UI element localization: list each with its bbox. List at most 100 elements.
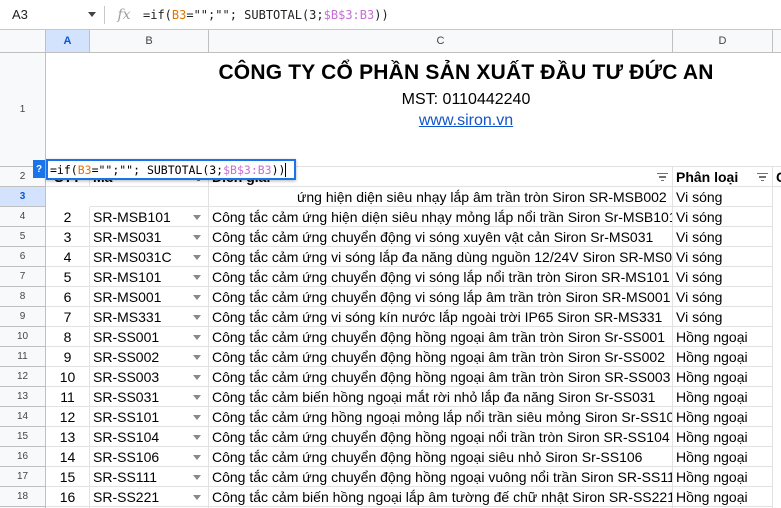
cell-stt[interactable]: 16 <box>46 487 90 507</box>
cell-dien-giai[interactable]: Công tắc cảm ứng chuyển động hồng ngoại … <box>209 327 673 347</box>
row-header-14[interactable]: 14 <box>0 407 46 427</box>
dropdown-arrow-icon[interactable] <box>193 394 201 400</box>
cell-phan-loai[interactable]: Vi sóng <box>673 287 773 307</box>
filter-icon[interactable] <box>657 172 668 181</box>
cell-phan-loai[interactable]: Vi sóng <box>673 227 773 247</box>
cell-dien-giai[interactable]: Công tắc cảm ứng vi sóng kín nước lắp ng… <box>209 307 673 327</box>
dropdown-arrow-icon[interactable] <box>193 454 201 460</box>
cell-phan-loai[interactable]: Hồng ngoại <box>673 367 773 387</box>
spreadsheet-grid[interactable]: A B C D 1 2 3 45678910111213141516171819… <box>0 30 781 508</box>
dropdown-arrow-icon[interactable] <box>193 334 201 340</box>
name-box[interactable]: A3 <box>0 0 104 30</box>
cell-phan-loai[interactable]: Hồng ngoại <box>673 327 773 347</box>
row-header-18[interactable]: 18 <box>0 487 46 507</box>
dropdown-arrow-icon[interactable] <box>193 414 201 420</box>
select-all-corner[interactable] <box>0 30 46 53</box>
row-header-12[interactable]: 12 <box>0 367 46 387</box>
cell-stt[interactable]: 11 <box>46 387 90 407</box>
dropdown-arrow-icon[interactable] <box>193 374 201 380</box>
cell-ma[interactable]: SR-SS003 <box>90 367 209 387</box>
cell-ma[interactable]: SR-SS104 <box>90 427 209 447</box>
cell-stt[interactable]: 6 <box>46 287 90 307</box>
dropdown-arrow-icon[interactable] <box>193 474 201 480</box>
cell-phan-loai[interactable]: Vi sóng <box>673 307 773 327</box>
row-header-3[interactable]: 3 <box>0 187 46 207</box>
cell-ma[interactable]: SR-MS031C <box>90 247 209 267</box>
cell-phan-loai[interactable]: Vi sóng <box>673 207 773 227</box>
cell-phan-loai[interactable]: Vi sóng <box>673 267 773 287</box>
cell-stt[interactable]: 2 <box>46 207 90 227</box>
dropdown-arrow-icon[interactable] <box>193 494 201 500</box>
cell-ma[interactable]: SR-MSB101 <box>90 207 209 227</box>
dropdown-arrow-icon[interactable] <box>193 434 201 440</box>
cell-stt[interactable]: 5 <box>46 267 90 287</box>
cell-dien-giai[interactable]: Công tắc cảm ứng hiện diện siêu nhạy mỏn… <box>209 207 673 227</box>
cell-ma[interactable]: SR-SS101 <box>90 407 209 427</box>
dropdown-arrow-icon[interactable] <box>193 274 201 280</box>
cell-dien-giai[interactable]: Công tắc cảm ứng chuyển động vi sóng lắp… <box>209 267 673 287</box>
cell-stt[interactable]: 14 <box>46 447 90 467</box>
cell-dien-giai[interactable]: Công tắc cảm ứng chuyển động hồng ngoại … <box>209 367 673 387</box>
cell-stt[interactable]: 15 <box>46 467 90 487</box>
row-header-1[interactable]: 1 <box>0 53 46 167</box>
dropdown-arrow-icon[interactable] <box>193 234 201 240</box>
header-next-col[interactable]: C <box>773 167 781 187</box>
row-header-16[interactable]: 16 <box>0 447 46 467</box>
cell-stt[interactable]: 7 <box>46 307 90 327</box>
cell-stt[interactable]: 13 <box>46 427 90 447</box>
row-header-11[interactable]: 11 <box>0 347 46 367</box>
cell-ma[interactable]: SR-SS106 <box>90 447 209 467</box>
column-header-b[interactable]: B <box>90 30 209 53</box>
cell-ma[interactable]: SR-SS031 <box>90 387 209 407</box>
row-header-6[interactable]: 6 <box>0 247 46 267</box>
row-header-17[interactable]: 17 <box>0 467 46 487</box>
row-header-7[interactable]: 7 <box>0 267 46 287</box>
cell-dien-giai[interactable]: Công tắc cảm ứng chuyển động hồng ngoại … <box>209 347 673 367</box>
cell-phan-loai[interactable]: Hồng ngoại <box>673 467 773 487</box>
cell-ma[interactable]: SR-MS331 <box>90 307 209 327</box>
cell-d3[interactable]: Vi sóng <box>673 187 773 207</box>
cell-editor-a3[interactable]: =if(B3 ="";""; SUBTOTAL(3; $B$3:B3)) <box>46 159 296 180</box>
cell-phan-loai[interactable]: Hồng ngoại <box>673 487 773 507</box>
header-phan-loai[interactable]: Phân loại <box>673 167 773 187</box>
cell-b3[interactable] <box>90 187 209 207</box>
dropdown-arrow-icon[interactable] <box>193 254 201 260</box>
cell-stt[interactable]: 8 <box>46 327 90 347</box>
row-header-5[interactable]: 5 <box>0 227 46 247</box>
cell-stt[interactable]: 3 <box>46 227 90 247</box>
row-header-13[interactable]: 13 <box>0 387 46 407</box>
cell-c3[interactable]: ứng hiện diện siêu nhạy lắp âm trần tròn… <box>209 187 673 207</box>
cell-dien-giai[interactable]: Công tắc cảm ứng chuyển động vi sóng lắp… <box>209 287 673 307</box>
cell-stt[interactable]: 4 <box>46 247 90 267</box>
row-header-8[interactable]: 8 <box>0 287 46 307</box>
cell-dien-giai[interactable]: Công tắc cảm ứng chuyển động hồng ngoại … <box>209 447 673 467</box>
cell-ma[interactable]: SR-MS101 <box>90 267 209 287</box>
row-header-4[interactable]: 4 <box>0 207 46 227</box>
cell-ma[interactable]: SR-SS111 <box>90 467 209 487</box>
chevron-down-icon[interactable] <box>88 11 96 17</box>
cell-stt[interactable]: 9 <box>46 347 90 367</box>
cell-stt[interactable]: 12 <box>46 407 90 427</box>
cell-phan-loai[interactable]: Hồng ngoại <box>673 427 773 447</box>
column-header-d[interactable]: D <box>673 30 773 53</box>
cell-ma[interactable]: SR-MS001 <box>90 287 209 307</box>
filter-icon[interactable] <box>757 172 768 181</box>
cell-dien-giai[interactable]: Công tắc cảm biến hồng ngoại lắp âm tườn… <box>209 487 673 507</box>
dropdown-arrow-icon[interactable] <box>193 354 201 360</box>
cell-ma[interactable]: SR-MS031 <box>90 227 209 247</box>
cell-dien-giai[interactable]: Công tắc cảm ứng chuyển động hồng ngoại … <box>209 467 673 487</box>
dropdown-arrow-icon[interactable] <box>193 314 201 320</box>
row-header-9[interactable]: 9 <box>0 307 46 327</box>
column-header-a[interactable]: A <box>46 30 90 53</box>
cell-dien-giai[interactable]: Công tắc cảm ứng chuyển động hồng ngoại … <box>209 427 673 447</box>
website-link[interactable]: www.siron.vn <box>166 112 766 130</box>
cell-ma[interactable]: SR-SS221 <box>90 487 209 507</box>
cell-dien-giai[interactable]: Công tắc cảm ứng chuyển động vi sóng xuy… <box>209 227 673 247</box>
cell-phan-loai[interactable]: Hồng ngoại <box>673 407 773 427</box>
cell-phan-loai[interactable]: Hồng ngoại <box>673 347 773 367</box>
cell-phan-loai[interactable]: Hồng ngoại <box>673 387 773 407</box>
cell-stt[interactable]: 10 <box>46 367 90 387</box>
cell-dien-giai[interactable]: Công tắc cảm ứng hồng ngoại mỏng lắp nổi… <box>209 407 673 427</box>
dropdown-arrow-icon[interactable] <box>193 294 201 300</box>
column-header-c[interactable]: C <box>209 30 673 53</box>
